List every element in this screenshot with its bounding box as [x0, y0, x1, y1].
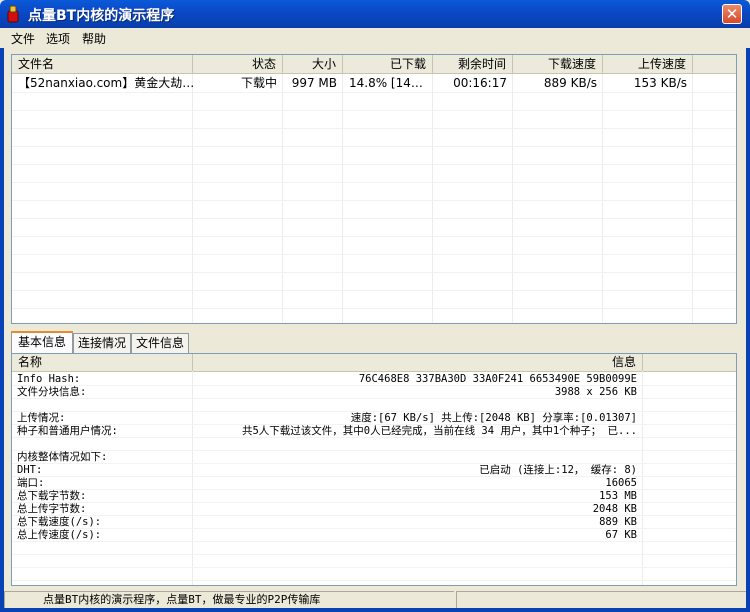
grid-line [12, 254, 736, 255]
title-bar[interactable]: 点量BT内核的演示程序 ✕ [0, 0, 750, 28]
col-ul-speed[interactable]: 上传速度 [603, 55, 693, 73]
grid-line [282, 74, 283, 323]
info-row-dht: DHT: 已启动 (连接上:12， 缓存: 8) [12, 464, 736, 477]
info-value: 153 MB [599, 490, 637, 502]
grid-line [432, 74, 433, 323]
grid-line [12, 580, 736, 581]
close-icon: ✕ [725, 5, 739, 23]
info-row-port: 端口: 16065 [12, 477, 736, 490]
info-value: 76C468E8 337BA30D 33A0F241 6653490E 59B0… [358, 373, 637, 385]
info-value: 67 KB [605, 529, 637, 541]
basic-info-list[interactable]: 名称 信息 Info Hash: 76C468E8 337BA30D 33A0F2… [11, 353, 737, 586]
info-row-up-speed: 总上传速度(/s): 67 KB [12, 529, 736, 542]
info-row-total-down: 总下载字节数: 153 MB [12, 490, 736, 503]
window-frame-bottom [0, 608, 750, 612]
info-row-info-hash: Info Hash: 76C468E8 337BA30D 33A0F241 665… [12, 373, 736, 386]
grid-line [512, 74, 513, 323]
grid-line [192, 74, 193, 323]
grid-line [12, 200, 736, 201]
info-row-blank [12, 438, 736, 451]
info-row-down-speed: 总下载速度(/s): 889 KB [12, 516, 736, 529]
info-value: 889 KB [599, 516, 637, 528]
tab-file-info[interactable]: 文件信息 [131, 333, 189, 353]
status-bar: 点量BT内核的演示程序，点量BT，做最专业的P2P传输库 [4, 591, 746, 608]
task-remaining: 00:16:17 [453, 76, 507, 90]
grid-line [12, 290, 736, 291]
info-list-header: 名称 信息 [12, 354, 736, 372]
col-status[interactable]: 状态 [193, 55, 283, 73]
grid-line [12, 146, 736, 147]
close-button[interactable]: ✕ [722, 4, 742, 24]
menu-options[interactable]: 选项 [46, 30, 70, 47]
grid-line [602, 74, 603, 323]
info-value: 已启动 (连接上:12， 缓存: 8) [479, 464, 637, 476]
status-message: 点量BT内核的演示程序，点量BT，做最专业的P2P传输库 [4, 591, 454, 608]
info-name: 端口: [17, 477, 45, 489]
grid-line [12, 554, 736, 555]
menu-bar: 文件 选项 帮助 [0, 28, 750, 48]
task-filename: 【52nanxiao.com】黄金大劫… [18, 76, 193, 90]
grid-line [12, 128, 736, 129]
info-row-upload: 上传情况: 速度:[67 KB/s] 共上传:[2048 KB] 分享率:[0.0… [12, 412, 736, 425]
task-downloaded: 14.8% [14… [349, 76, 423, 90]
info-row-blank [12, 399, 736, 412]
window-frame-left [0, 28, 4, 612]
info-row-pieces: 文件分块信息: 3988 x 256 KB [12, 386, 736, 399]
grid-line [12, 110, 736, 111]
info-value: 2048 KB [592, 503, 637, 515]
window-title: 点量BT内核的演示程序 [28, 8, 175, 24]
info-name: 文件分块信息: [17, 386, 87, 398]
info-name: 内核整体情况如下: [17, 451, 108, 463]
info-name: 上传情况: [17, 412, 66, 424]
col-size[interactable]: 大小 [283, 55, 343, 73]
info-name: Info Hash: [17, 373, 81, 385]
task-ul-speed: 153 KB/s [633, 76, 687, 90]
info-name: 种子和普通用户情况: [17, 425, 118, 437]
info-name: 总上传字节数: [17, 503, 87, 515]
info-name: 总上传速度(/s): [17, 529, 102, 541]
grid-line [12, 92, 736, 93]
col-filename[interactable]: 文件名 [12, 55, 193, 73]
grid-line [12, 164, 736, 165]
task-list-header: 文件名 状态 大小 已下载 剩余时间 下载速度 上传速度 [12, 55, 736, 74]
col-remaining[interactable]: 剩余时间 [433, 55, 513, 73]
tab-basic-info[interactable]: 基本信息 [11, 331, 73, 353]
col-dl-speed[interactable]: 下载速度 [513, 55, 603, 73]
info-row-kernel-heading: 内核整体情况如下: [12, 451, 736, 464]
col-downloaded[interactable]: 已下载 [343, 55, 433, 73]
grid-line [342, 74, 343, 323]
info-row-peers: 种子和普通用户情况: 共5人下载过该文件，其中0人已经完成，当前在线 34 用户，… [12, 425, 736, 438]
grid-line [12, 567, 736, 568]
task-row[interactable]: 【52nanxiao.com】黄金大劫… 下载中 997 MB 14.8% [1… [12, 74, 736, 92]
info-value: 3988 x 256 KB [554, 386, 637, 398]
grid-line [12, 272, 736, 273]
menu-help[interactable]: 帮助 [82, 30, 106, 47]
info-name: DHT: [17, 464, 43, 476]
col-info[interactable]: 信息 [193, 354, 643, 371]
grid-line [12, 308, 736, 309]
grid-line [692, 74, 693, 323]
status-pane-empty [456, 591, 746, 608]
menu-file[interactable]: 文件 [11, 30, 35, 47]
grid-line [12, 218, 736, 219]
info-value: 16065 [605, 477, 637, 489]
grid-line [12, 182, 736, 183]
task-dl-speed: 889 KB/s [543, 76, 597, 90]
task-size: 997 MB [291, 76, 337, 90]
window-frame-right [746, 28, 750, 612]
grid-line [12, 236, 736, 237]
info-row-total-up: 总上传字节数: 2048 KB [12, 503, 736, 516]
info-name: 总下载字节数: [17, 490, 87, 502]
col-name[interactable]: 名称 [12, 354, 193, 371]
app-icon [7, 5, 19, 23]
task-status: 下载中 [240, 76, 277, 90]
tab-connections[interactable]: 连接情况 [73, 333, 131, 353]
info-name: 总下载速度(/s): [17, 516, 102, 528]
task-list[interactable]: 文件名 状态 大小 已下载 剩余时间 下载速度 上传速度 【52nanxiao.… [11, 54, 737, 324]
info-value: 共5人下载过该文件，其中0人已经完成，当前在线 34 用户，其中1个种子； 已.… [241, 425, 637, 437]
info-value: 速度:[67 KB/s] 共上传:[2048 KB] 分享率:[0.01307] [350, 412, 637, 424]
